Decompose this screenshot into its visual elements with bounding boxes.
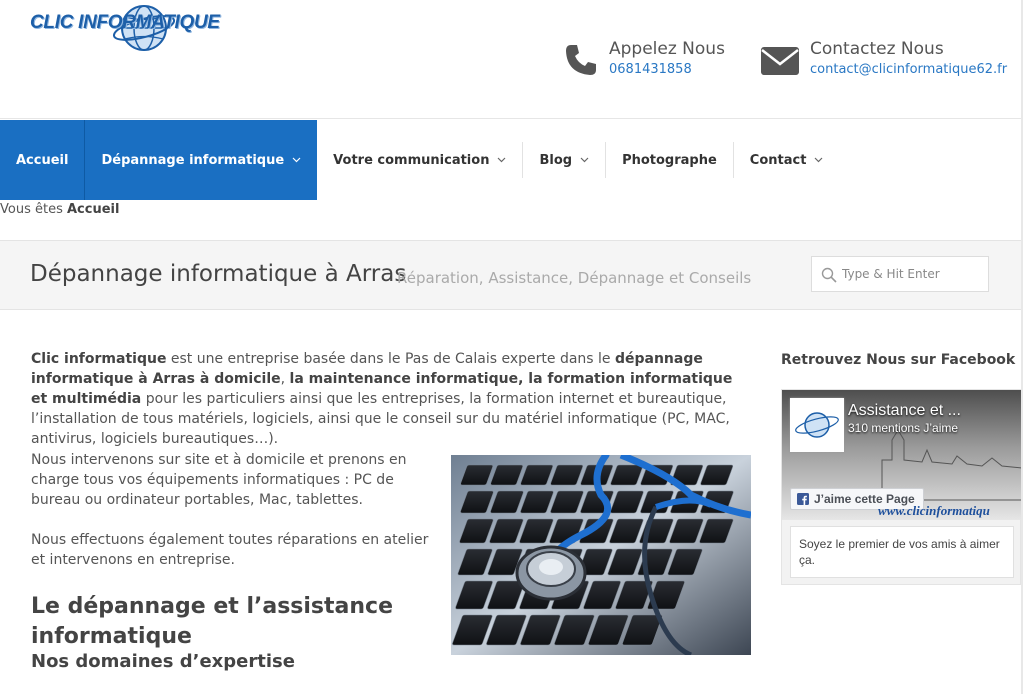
search-box [811, 256, 989, 292]
workshop-paragraph: Nous effectuons également toutes réparat… [31, 532, 429, 568]
email-address[interactable]: contact@clicinformatique62.fr [810, 60, 1007, 80]
services-paragraph: Nous intervenons sur site et à domicile … [31, 452, 407, 508]
laptop-stethoscope-illustration [451, 455, 751, 655]
facebook-avatar[interactable] [790, 398, 844, 452]
main-nav: Accueil Dépannage informatique Votre com… [0, 120, 839, 200]
intro-text-2: , [280, 371, 290, 387]
chevron-down-icon [292, 157, 301, 163]
facebook-heading: Retrouvez Nous sur Facebook [781, 352, 1016, 368]
facebook-friends-text: Soyez le premier de vos amis à aimer ça. [790, 526, 1014, 578]
chevron-down-icon [815, 157, 823, 163]
nav-label: Accueil [16, 152, 69, 168]
nav-item-accueil[interactable]: Accueil [0, 120, 85, 200]
breadcrumb-prefix: Vous êtes [0, 202, 63, 217]
intro-paragraph: Clic informatique est une entreprise bas… [31, 349, 751, 449]
page-subtitle: Réparation, Assistance, Dépannage et Con… [397, 269, 752, 287]
intro-bold-company: Clic informatique [31, 351, 167, 367]
phone-number[interactable]: 0681431858 [609, 60, 725, 80]
search-input[interactable] [842, 263, 982, 285]
site-logo[interactable]: CLIC INFORMATIQUE [30, 2, 260, 54]
facebook-page-name[interactable]: Assistance et ... [848, 402, 961, 420]
page-title-bar: Dépannage informatique à Arras Réparatio… [0, 240, 1023, 310]
page-title: Dépannage informatique à Arras [30, 261, 407, 287]
laptop-stethoscope-image [451, 455, 751, 655]
intro-text-1: est une entreprise basée dans le Pas de … [166, 351, 615, 367]
facebook-likes-count: 310 mentions J’aime [848, 421, 959, 435]
nav-item-photographe[interactable]: Photographe [606, 120, 733, 200]
phone-icon [566, 45, 596, 75]
nav-item-communication[interactable]: Votre communication [317, 120, 522, 200]
phone-title: Appelez Nous [609, 39, 725, 59]
phone-contact: Appelez Nous 0681431858 [563, 38, 725, 80]
email-title: Contactez Nous [810, 39, 944, 59]
facebook-page-widget: 62 Assistance et ... 310 mentions J’aime… [781, 389, 1022, 585]
email-contact: Contactez Nous contact@clicinformatique6… [760, 38, 1007, 80]
chevron-down-icon [498, 157, 506, 163]
nav-label: Contact [749, 152, 807, 168]
nav-item-depannage[interactable]: Dépannage informatique [85, 120, 318, 200]
nav-label: Votre communication [333, 152, 490, 168]
breadcrumb-current[interactable]: Accueil [67, 202, 119, 217]
header-divider [0, 118, 1023, 119]
nav-item-blog[interactable]: Blog [523, 120, 605, 200]
heading-assistance: Le dépannage et l’assistance informatiqu… [31, 594, 394, 649]
cover-url-text: www.clicinformatiqu [878, 503, 990, 518]
facebook-icon [797, 493, 809, 505]
envelope-icon [761, 47, 799, 75]
chevron-down-icon [580, 157, 589, 163]
search-icon[interactable] [821, 267, 837, 283]
breadcrumb: Vous êtes Accueil [0, 202, 119, 217]
nav-label: Blog [539, 152, 573, 168]
nav-label: Photographe [622, 152, 717, 168]
nav-item-contact[interactable]: Contact [734, 120, 840, 200]
nav-label: Dépannage informatique [101, 152, 285, 168]
heading-domaines: Nos domaines d’expertise [31, 651, 295, 672]
logo-thumbnail [795, 412, 839, 438]
facebook-cover[interactable]: 62 Assistance et ... 310 mentions J’aime… [782, 390, 1022, 520]
logo-text: CLIC INFORMATIQUE [30, 12, 220, 33]
